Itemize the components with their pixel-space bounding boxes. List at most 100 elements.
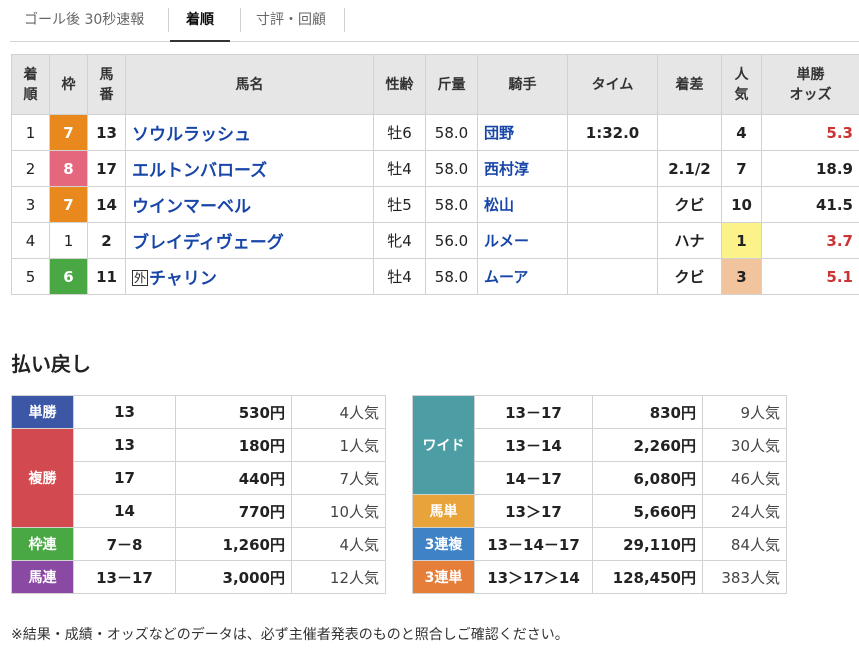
horse-name-cell: ブレイディヴェーグ <box>125 222 374 259</box>
weight-cell: 58.0 <box>425 258 478 295</box>
header-time: タイム <box>567 54 658 115</box>
table-row: 1 7 13 ソウルラッシュ 牡6 58.0 団野 1:32.0 4 5.3 <box>11 114 859 151</box>
pop-cell: 9人気 <box>702 395 787 429</box>
amount-cell: 128,450円 <box>592 560 703 594</box>
amount-cell: 830円 <box>592 395 703 429</box>
horse-name-link[interactable]: ブレイディヴェーグ <box>132 233 284 253</box>
header-number: 馬 番 <box>87 54 126 115</box>
payout-row-sanrentan: 3連単 13＞17＞14 128,450円 383人気 <box>412 560 787 594</box>
waku-cell: 1 <box>49 222 88 259</box>
waku-cell: 6 <box>49 258 88 295</box>
waku-cell: 8 <box>49 150 88 187</box>
sex-age-cell: 牡4 <box>373 150 426 187</box>
time-cell: 1:32.0 <box>567 114 658 151</box>
header-sex-age: 性齢 <box>373 54 426 115</box>
rank-cell: 4 <box>11 222 50 259</box>
payout-row-fukusho: 複勝 13 180円 1人気 <box>11 428 386 528</box>
amount-cell: 1,260円 <box>175 527 292 561</box>
sex-age-cell: 牡6 <box>373 114 426 151</box>
combo-cell: 13－14－17 <box>474 527 593 561</box>
amount-cell: 770円 <box>175 494 292 528</box>
payout-row-wide: ワイド 13－17 830円 9人気 <box>412 395 787 495</box>
number-cell: 14 <box>87 186 126 223</box>
jockey-cell: 西村淳 <box>477 150 568 187</box>
pop-cell: 84人気 <box>702 527 787 561</box>
combo-cell: 13－17 <box>73 560 176 594</box>
wide-label: ワイド <box>412 395 475 495</box>
combo-cell: 13 <box>73 395 176 429</box>
pop-cell: 7人気 <box>291 461 386 495</box>
time-cell <box>567 222 658 259</box>
odds-cell: 3.7 <box>761 222 859 259</box>
fukusho-label: 複勝 <box>11 428 74 528</box>
table-row: 3 7 14 ウインマーベル 牡5 58.0 松山 クビ 10 41.5 <box>11 186 859 223</box>
payout-row-umaren: 馬連 13－17 3,000円 12人気 <box>11 560 386 594</box>
pop-cell: 4人気 <box>291 395 386 429</box>
payout-title: 払い戻し <box>11 352 91 376</box>
weight-cell: 58.0 <box>425 114 478 151</box>
jockey-link[interactable]: 西村淳 <box>484 160 529 178</box>
popularity-cell: 10 <box>721 186 762 223</box>
margin-cell: 2.1/2 <box>657 150 722 187</box>
rank-cell: 2 <box>11 150 50 187</box>
horse-name-cell: 外チャリン <box>125 258 374 295</box>
header-waku: 枠 <box>49 54 88 115</box>
jockey-cell: ルメー <box>477 222 568 259</box>
combo-cell: 13＞17＞14 <box>474 560 593 594</box>
tab-results[interactable]: 着順 <box>170 0 230 42</box>
payout-row-sanrenpuku: 3連複 13－14－17 29,110円 84人気 <box>412 527 787 561</box>
margin-cell: クビ <box>657 258 722 295</box>
horse-name-link[interactable]: チャリン <box>149 269 217 289</box>
combo-cell: 17 <box>73 461 176 495</box>
tab-30sec-report[interactable]: ゴール後 30秒速報 <box>24 0 144 42</box>
weight-cell: 58.0 <box>425 150 478 187</box>
weight-cell: 58.0 <box>425 186 478 223</box>
tab-divider <box>168 8 169 32</box>
jockey-link[interactable]: ムーア <box>484 268 528 286</box>
header-horse-name: 馬名 <box>125 54 374 115</box>
pop-cell: 24人気 <box>702 494 787 528</box>
jockey-link[interactable]: 松山 <box>484 196 514 214</box>
margin-cell <box>657 114 722 151</box>
pop-cell: 1人気 <box>291 428 386 462</box>
horse-name-link[interactable]: ウインマーベル <box>132 197 251 217</box>
jockey-cell: ムーア <box>477 258 568 295</box>
combo-cell: 14 <box>73 494 176 528</box>
amount-cell: 440円 <box>175 461 292 495</box>
tab-divider <box>344 8 345 32</box>
tab-review[interactable]: 寸評・回顧 <box>256 0 326 42</box>
table-row: 2 8 17 エルトンバローズ 牡4 58.0 西村淳 2.1/2 7 18.9 <box>11 150 859 187</box>
pop-cell: 46人気 <box>702 461 787 495</box>
combo-cell: 14－17 <box>474 461 593 495</box>
amount-cell: 6,080円 <box>592 461 703 495</box>
amount-cell: 3,000円 <box>175 560 292 594</box>
sanrentan-label: 3連単 <box>412 560 475 594</box>
number-cell: 13 <box>87 114 126 151</box>
horse-name-link[interactable]: エルトンバローズ <box>132 161 267 181</box>
time-cell <box>567 150 658 187</box>
results-header-row: 着 順 枠 馬 番 馬名 性齢 斤量 騎手 タイム 着差 人 気 単勝 オッズ <box>11 54 859 115</box>
jockey-cell: 松山 <box>477 186 568 223</box>
time-cell <box>567 186 658 223</box>
waku-cell: 7 <box>49 186 88 223</box>
combo-cell: 13 <box>73 428 176 462</box>
amount-cell: 29,110円 <box>592 527 703 561</box>
header-odds: 単勝 オッズ <box>761 54 859 115</box>
umaren-label: 馬連 <box>11 560 74 594</box>
horse-name-cell: ウインマーベル <box>125 186 374 223</box>
jockey-link[interactable]: ルメー <box>484 232 529 250</box>
payout-table-left: 単勝 13 530円 4人気 複勝 13 180円 1人気 17 440円 7人… <box>11 395 386 594</box>
jockey-link[interactable]: 団野 <box>484 124 514 142</box>
horse-name-cell: ソウルラッシュ <box>125 114 374 151</box>
number-cell: 11 <box>87 258 126 295</box>
results-table: 着 順 枠 馬 番 馬名 性齢 斤量 騎手 タイム 着差 人 気 単勝 オッズ … <box>11 54 859 295</box>
popularity-cell: 3 <box>721 258 762 295</box>
umatan-label: 馬単 <box>412 494 475 528</box>
combo-cell: 13－17 <box>474 395 593 429</box>
sanrenpuku-label: 3連複 <box>412 527 475 561</box>
horse-name-link[interactable]: ソウルラッシュ <box>132 125 251 145</box>
waku-cell: 7 <box>49 114 88 151</box>
sex-age-cell: 牡5 <box>373 186 426 223</box>
table-row: 4 1 2 ブレイディヴェーグ 牝4 56.0 ルメー ハナ 1 3.7 <box>11 222 859 259</box>
header-jockey: 騎手 <box>477 54 568 115</box>
